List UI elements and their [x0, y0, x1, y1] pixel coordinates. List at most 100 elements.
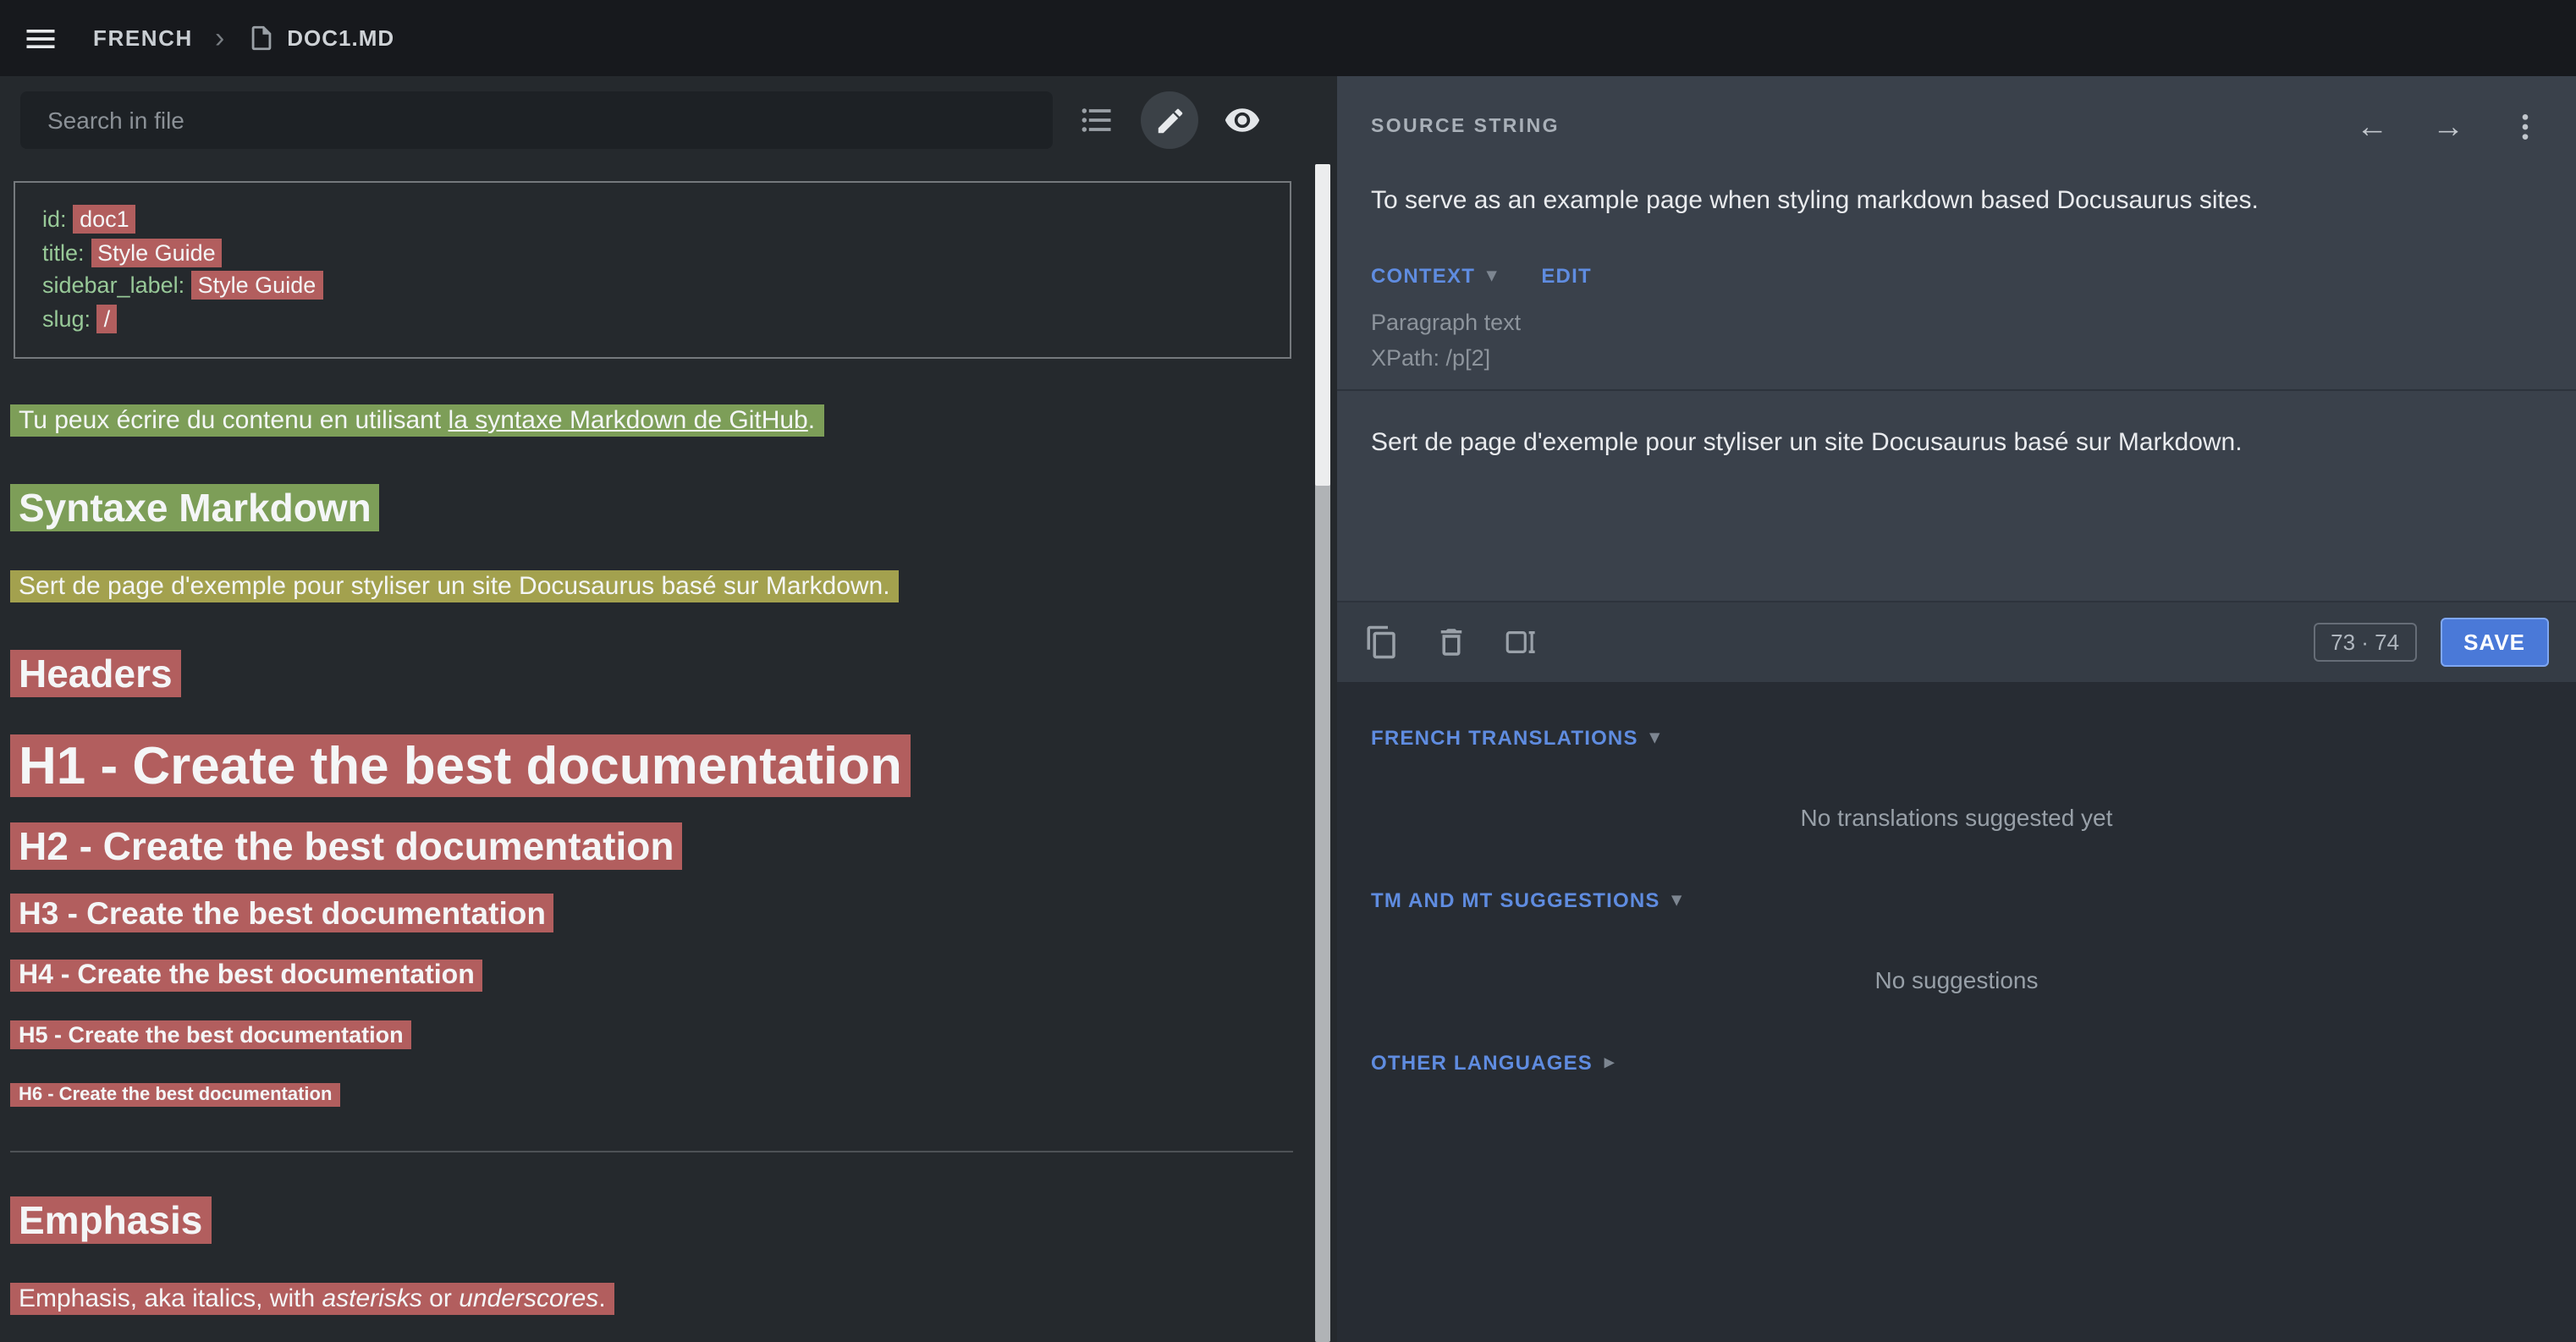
- suggestions-section: FRENCH TRANSLATIONS ▾ No translations su…: [1337, 682, 2576, 1342]
- context-row: CONTEXT ▾ EDIT: [1371, 264, 2542, 288]
- untranslated-string[interactable]: Emphasis, aka italics, with asterisks or…: [10, 1283, 614, 1315]
- document-panel: id: doc1 title: Style Guide sidebar_labe…: [0, 76, 1337, 1342]
- french-translations-label: FRENCH TRANSLATIONS: [1371, 726, 1638, 750]
- horizontal-rule: [10, 1151, 1293, 1152]
- next-string-icon[interactable]: →: [2432, 111, 2464, 143]
- more-menu-icon[interactable]: [2508, 110, 2542, 144]
- translation-input[interactable]: Sert de page d'exemple pour styliser un …: [1337, 391, 2576, 601]
- chevron-down-icon: ▾: [1672, 891, 1682, 910]
- french-translations-toggle[interactable]: FRENCH TRANSLATIONS ▾: [1371, 726, 2542, 750]
- frontmatter-value-string[interactable]: doc1: [73, 205, 136, 234]
- document-content: id: doc1 title: Style Guide sidebar_labe…: [0, 164, 1337, 1342]
- heading-string: Headers: [10, 650, 1293, 697]
- tm-mt-suggestions-toggle[interactable]: TM AND MT SUGGESTIONS ▾: [1371, 888, 2542, 912]
- frontmatter-key: id:: [42, 206, 67, 232]
- source-text: To serve as an example page when styling…: [1371, 183, 2542, 220]
- string-text: .: [808, 406, 815, 435]
- frontmatter-line: title: Style Guide: [42, 236, 1263, 269]
- breadcrumb-chevron-icon: ›: [215, 24, 224, 52]
- tm-mt-suggestions-label: TM AND MT SUGGESTIONS: [1371, 888, 1660, 912]
- string-type: Paragraph text: [1371, 305, 2542, 340]
- frontmatter-key: title:: [42, 239, 85, 265]
- source-string-header: SOURCE STRING ← →: [1371, 76, 2542, 156]
- string-xpath: XPath: /p[2]: [1371, 340, 2542, 376]
- search-box: [20, 91, 1053, 149]
- paragraph-string: Emphasis, aka italics, with asterisks or…: [10, 1281, 1293, 1318]
- preview-eye-icon[interactable]: [1217, 95, 1268, 146]
- context-meta: Paragraph text XPath: /p[2]: [1371, 305, 2542, 389]
- translated-string[interactable]: Syntaxe Markdown: [10, 484, 380, 531]
- toolbar-right: 73 · 74 SAVE: [2314, 618, 2549, 667]
- string-text: or: [422, 1284, 459, 1313]
- h6-string: H6 - Create the best documentation: [10, 1083, 1293, 1107]
- frontmatter-value-string[interactable]: /: [97, 304, 118, 333]
- text-select-icon[interactable]: [1503, 624, 1538, 660]
- context-toggle[interactable]: CONTEXT ▾: [1371, 264, 1497, 288]
- source-string-section: SOURCE STRING ← → To serve as an example…: [1337, 76, 2576, 391]
- h2-string: H2 - Create the best documentation: [10, 822, 1293, 870]
- untranslated-string[interactable]: Emphasis: [10, 1196, 211, 1244]
- document-scrollbar[interactable]: [1315, 164, 1330, 1342]
- heading-string: Emphasis: [10, 1196, 1293, 1244]
- frontmatter-key: sidebar_label:: [42, 272, 184, 298]
- paragraph-string: Sert de page d'exemple pour styliser un …: [10, 569, 1293, 606]
- h1-string: H1 - Create the best documentation: [10, 734, 1293, 799]
- frontmatter-key: slug:: [42, 305, 91, 331]
- italic-text: asterisks: [322, 1284, 421, 1313]
- frontmatter-line: slug: /: [42, 302, 1263, 335]
- string-text: .: [598, 1284, 605, 1313]
- source-string-label: SOURCE STRING: [1371, 117, 1560, 137]
- app-window: FRENCH › DOC1.MD: [0, 0, 2576, 1342]
- tm-empty-message: No suggestions: [1371, 966, 2542, 993]
- other-languages-toggle[interactable]: OTHER LANGUAGES ▸: [1371, 1051, 2542, 1075]
- markdown-link[interactable]: la syntaxe Markdown de GitHub: [449, 406, 808, 435]
- search-input[interactable]: [44, 105, 1029, 135]
- scrollbar-thumb[interactable]: [1315, 164, 1330, 486]
- untranslated-string[interactable]: H3 - Create the best documentation: [10, 894, 554, 932]
- list-view-icon[interactable]: [1071, 95, 1122, 146]
- breadcrumb-project[interactable]: FRENCH: [93, 25, 193, 51]
- h3-string: H3 - Create the best documentation: [10, 894, 1293, 932]
- other-languages-label: OTHER LANGUAGES: [1371, 1051, 1593, 1075]
- frontmatter-line: sidebar_label: Style Guide: [42, 269, 1263, 302]
- translation-toolbar: 73 · 74 SAVE: [1337, 601, 2576, 682]
- hamburger-menu-icon[interactable]: [22, 19, 59, 57]
- breadcrumb: FRENCH › DOC1.MD: [93, 24, 394, 52]
- edit-label: EDIT: [1541, 264, 1591, 288]
- active-string[interactable]: Sert de page d'exemple pour styliser un …: [10, 570, 899, 602]
- untranslated-string[interactable]: H5 - Create the best documentation: [10, 1020, 412, 1049]
- breadcrumb-file-name: DOC1.MD: [287, 25, 394, 51]
- frontmatter-block: id: doc1 title: Style Guide sidebar_labe…: [14, 181, 1291, 359]
- untranslated-string[interactable]: H2 - Create the best documentation: [10, 822, 682, 870]
- edit-mode-icon[interactable]: [1141, 91, 1198, 149]
- heading-string: Syntaxe Markdown: [10, 484, 1293, 531]
- char-counter: 73 · 74: [2314, 623, 2416, 662]
- topbar: FRENCH › DOC1.MD: [0, 0, 2576, 76]
- translation-panel: SOURCE STRING ← → To serve as an example…: [1337, 76, 2576, 1342]
- h4-string: H4 - Create the best documentation: [10, 960, 1293, 993]
- italic-text: underscores: [459, 1284, 598, 1313]
- untranslated-string[interactable]: H6 - Create the best documentation: [10, 1083, 340, 1107]
- frontmatter-value-string[interactable]: Style Guide: [91, 238, 223, 267]
- chevron-down-icon: ▾: [1487, 267, 1497, 285]
- main-split: id: doc1 title: Style Guide sidebar_labe…: [0, 76, 2576, 1342]
- file-icon: [246, 24, 275, 52]
- paragraph-string: Tu peux écrire du contenu en utilisant l…: [10, 403, 1293, 440]
- context-label: CONTEXT: [1371, 264, 1475, 288]
- untranslated-string[interactable]: H1 - Create the best documentation: [10, 734, 911, 797]
- translations-empty-message: No translations suggested yet: [1371, 804, 2542, 831]
- previous-string-icon[interactable]: ←: [2356, 111, 2388, 143]
- breadcrumb-file[interactable]: DOC1.MD: [246, 24, 394, 52]
- h5-string: H5 - Create the best documentation: [10, 1020, 1293, 1049]
- translated-string[interactable]: Tu peux écrire du contenu en utilisant l…: [10, 404, 823, 437]
- save-button[interactable]: SAVE: [2440, 618, 2549, 667]
- document-toolbar: [0, 76, 1337, 164]
- edit-context-button[interactable]: EDIT: [1541, 264, 1591, 288]
- frontmatter-value-string[interactable]: Style Guide: [191, 271, 323, 300]
- string-text: Emphasis, aka italics, with: [19, 1284, 322, 1313]
- string-text: Tu peux écrire du contenu en utilisant: [19, 406, 449, 435]
- clear-translation-icon[interactable]: [1434, 624, 1469, 660]
- untranslated-string[interactable]: H4 - Create the best documentation: [10, 960, 483, 992]
- untranslated-string[interactable]: Headers: [10, 650, 181, 697]
- copy-source-icon[interactable]: [1364, 624, 1400, 660]
